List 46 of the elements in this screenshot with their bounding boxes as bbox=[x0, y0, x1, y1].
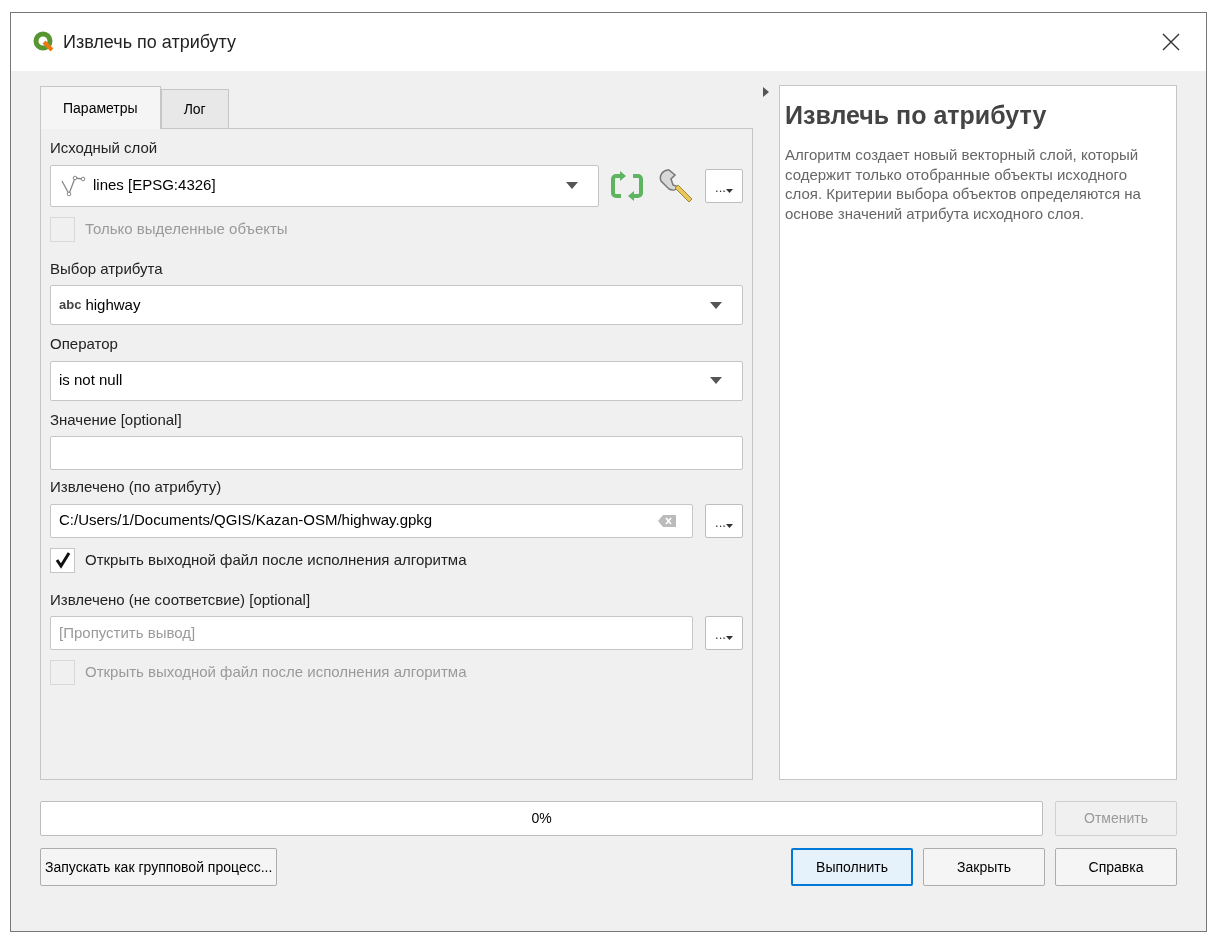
help-text: Алгоритм создает новый векторный слой, который содержит только отобранные объекты исходного слоя. Критерии выбора объектов определяются на основе значений атрибута исходного слоя. bbox=[785, 145, 1142, 224]
window-title: Извлечь по атрибуту bbox=[63, 30, 238, 54]
dialog-button[interactable]: Справка bbox=[1055, 848, 1177, 886]
field-label: Оператор bbox=[50, 334, 119, 354]
field-label: Исходный слой bbox=[50, 138, 159, 158]
browse-button[interactable]: ... bbox=[705, 168, 743, 203]
dropdown-arrow-icon bbox=[725, 636, 733, 640]
field-label: Выбор атрибута bbox=[50, 258, 164, 279]
field-placeholder: [Пропустить вывод] bbox=[59, 622, 197, 643]
field-value: C:/Users/1/Documents/QGIS/Kazan-OSM/highway.gpkg bbox=[59, 510, 434, 531]
tab[interactable]: Лог bbox=[160, 89, 229, 128]
checkmark-icon bbox=[54, 551, 71, 569]
field-label: Извлечено (по атрибуту) bbox=[50, 477, 223, 497]
dropdown-arrow-icon bbox=[566, 182, 578, 189]
refresh-icon[interactable] bbox=[609, 170, 645, 201]
dropdown-arrow-icon bbox=[710, 377, 722, 384]
field-label: Значение [optional] bbox=[50, 409, 183, 430]
browse-button[interactable]: ... bbox=[705, 503, 743, 538]
collapse-arrow-icon[interactable] bbox=[763, 87, 769, 97]
app-logo-icon bbox=[33, 31, 55, 53]
dropdown-select[interactable]: is not null bbox=[50, 360, 743, 401]
dropdown-arrow-icon bbox=[725, 523, 733, 528]
checkbox-label: Открыть выходной файл после исполнения алгоритма bbox=[85, 549, 467, 570]
layer-select[interactable]: lines [EPSG:4326] bbox=[50, 164, 599, 207]
browse-button[interactable]: ... bbox=[705, 616, 743, 650]
field-type-label: abc bbox=[59, 296, 82, 315]
clear-icon[interactable] bbox=[658, 514, 676, 527]
dialog-button[interactable]: Закрыть bbox=[923, 848, 1045, 886]
tab[interactable]: Параметры bbox=[40, 86, 161, 129]
help-title: Извлечь по атрибуту bbox=[785, 100, 1048, 131]
input-field[interactable] bbox=[50, 436, 743, 470]
select-value: is not null bbox=[59, 370, 124, 391]
file-path-field[interactable]: C:/Users/1/Documents/QGIS/Kazan-OSM/highway.gpkg bbox=[50, 503, 693, 538]
dropdown-select[interactable]: abc highway bbox=[50, 285, 743, 325]
field-label: Извлечено (не соответсвие) [optional] bbox=[50, 589, 312, 610]
checkbox[interactable] bbox=[50, 547, 75, 573]
select-value: highway bbox=[85, 294, 142, 315]
checkbox-label: Открыть выходной файл после исполнения алгоритма bbox=[85, 662, 467, 683]
dropdown-arrow-icon bbox=[725, 188, 733, 193]
batch-process-button[interactable]: Запускать как групповой процесс... bbox=[40, 848, 278, 886]
dropdown-arrow-icon bbox=[710, 301, 722, 309]
progress-text: 0% bbox=[531, 809, 552, 828]
close-icon[interactable] bbox=[1162, 33, 1180, 51]
dialog-button[interactable]: Выполнить bbox=[791, 848, 913, 886]
select-value: lines [EPSG:4326] bbox=[93, 175, 217, 196]
checkbox-label: Только выделенные объекты bbox=[85, 218, 288, 239]
